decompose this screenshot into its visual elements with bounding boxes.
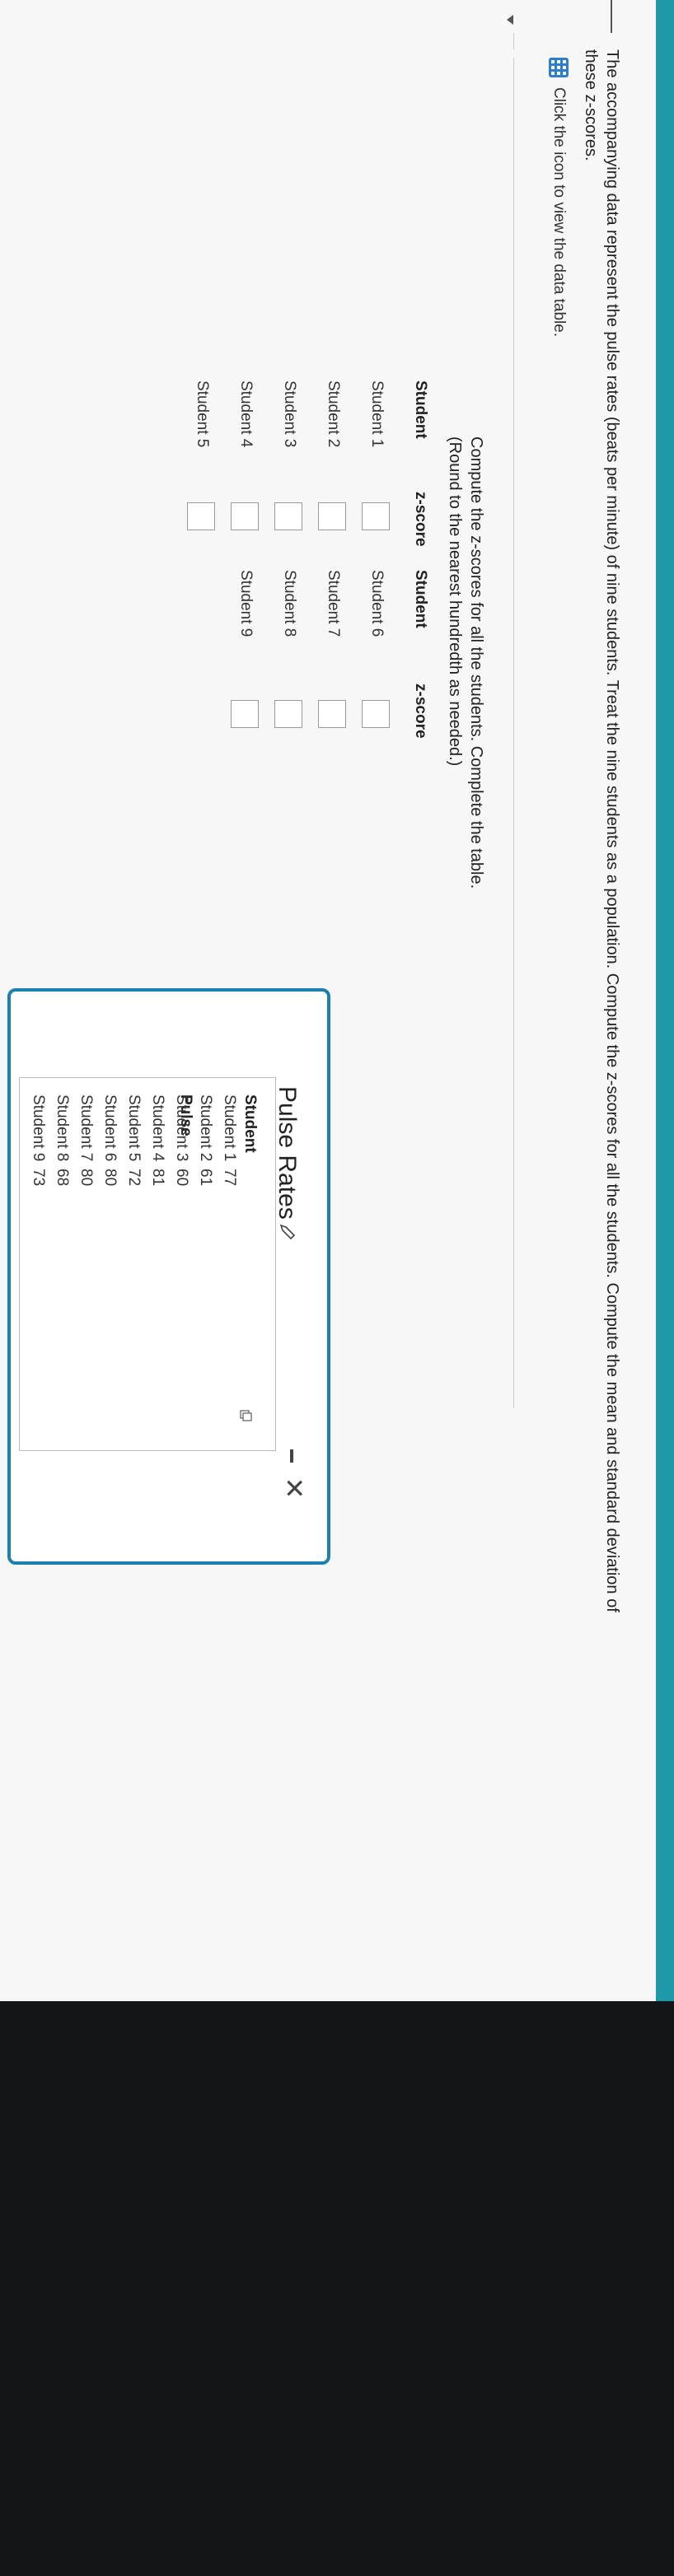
table-row-pulse: 72: [125, 1169, 143, 1187]
minimize-button[interactable]: [283, 1448, 301, 1466]
zscore-input-student-9[interactable]: [231, 700, 259, 728]
student-5-label: Student 5: [194, 380, 211, 448]
student-4-label: Student 4: [237, 380, 255, 448]
instructions: Compute the z-scores for all the student…: [444, 436, 487, 889]
header-student: Student: [241, 1094, 259, 1153]
student-3-label: Student 3: [281, 380, 298, 448]
table-row-pulse: 80: [77, 1169, 95, 1187]
header-zscore-right: z-score: [412, 684, 429, 739]
table-row-student: Student 5: [125, 1094, 143, 1162]
table-row-pulse: 61: [197, 1169, 214, 1187]
content-panel: The accompanying data represent the puls…: [0, 0, 656, 2001]
zscore-input-student-2[interactable]: [318, 502, 346, 530]
divider: [513, 33, 514, 49]
zscore-input-student-5[interactable]: [187, 502, 215, 530]
table-row-student: Student 4: [149, 1094, 166, 1162]
table-row-pulse: 73: [30, 1169, 47, 1187]
pencil-icon: [279, 1224, 296, 1240]
zscore-input-student-3[interactable]: [274, 502, 302, 530]
zscore-input-student-8[interactable]: [274, 700, 302, 728]
table-row-student: Student 7: [77, 1094, 95, 1162]
student-1-label: Student 1: [368, 380, 386, 448]
student-9-label: Student 9: [237, 570, 255, 637]
question-text: The accompanying data represent the puls…: [582, 49, 621, 1612]
collapse-arrow-icon[interactable]: [507, 15, 513, 25]
table-row-student: Student 6: [101, 1094, 119, 1162]
zscore-input-student-1[interactable]: [362, 502, 390, 530]
zscore-input-student-6[interactable]: [362, 700, 390, 728]
instructions-line-1: Compute the z-scores for all the student…: [467, 436, 485, 889]
dialog-title: Pulse Rates: [274, 1086, 301, 1220]
question-marker: [611, 0, 612, 33]
table-row-student: Student 9: [30, 1094, 47, 1162]
view-data-row[interactable]: Click the icon to view the data table.: [547, 58, 570, 337]
table-row-student: Student 2: [197, 1094, 214, 1162]
table-row-pulse: 77: [221, 1169, 238, 1187]
divider: [513, 58, 514, 1408]
pulse-data-table: Student Pulse Student 1 77 Student 2 61 Stud…: [19, 1077, 276, 1451]
student-2-label: Student 2: [325, 380, 342, 448]
minimize-icon: [290, 1449, 293, 1463]
table-row-student: Student 1: [221, 1094, 238, 1162]
student-8-label: Student 8: [281, 570, 298, 637]
header-student-left: Student: [412, 380, 429, 439]
table-row-pulse: 60: [173, 1169, 190, 1187]
instructions-line-2: (Round to the nearest hundredth as neede…: [446, 436, 464, 767]
zscore-table: Student z-score Student z-score Student …: [133, 380, 429, 842]
table-row-pulse: 80: [101, 1169, 119, 1187]
zscore-input-student-4[interactable]: [231, 502, 259, 530]
data-table-icon[interactable]: [549, 58, 569, 77]
table-row-pulse: 81: [149, 1169, 166, 1187]
zscore-input-student-7[interactable]: [318, 700, 346, 728]
header-student-right: Student: [412, 570, 429, 628]
screen: The accompanying data represent the puls…: [0, 0, 674, 2576]
student-6-label: Student 6: [368, 570, 386, 637]
pulse-rates-dialog: Pulse Rates ✕ Student Pulse Student 1 77 S…: [7, 988, 330, 1565]
copy-icon[interactable]: [239, 1409, 252, 1422]
student-7-label: Student 7: [325, 570, 342, 637]
header-zscore-left: z-score: [412, 492, 429, 547]
view-data-label: Click the icon to view the data table.: [550, 87, 568, 338]
table-row-student: Student 8: [54, 1094, 71, 1162]
dark-background: [0, 2001, 674, 2576]
close-button[interactable]: ✕: [279, 1473, 309, 1503]
top-accent-bar: [656, 0, 674, 2001]
table-row-pulse: 68: [54, 1169, 71, 1187]
table-row-student: Student 3: [173, 1094, 190, 1162]
